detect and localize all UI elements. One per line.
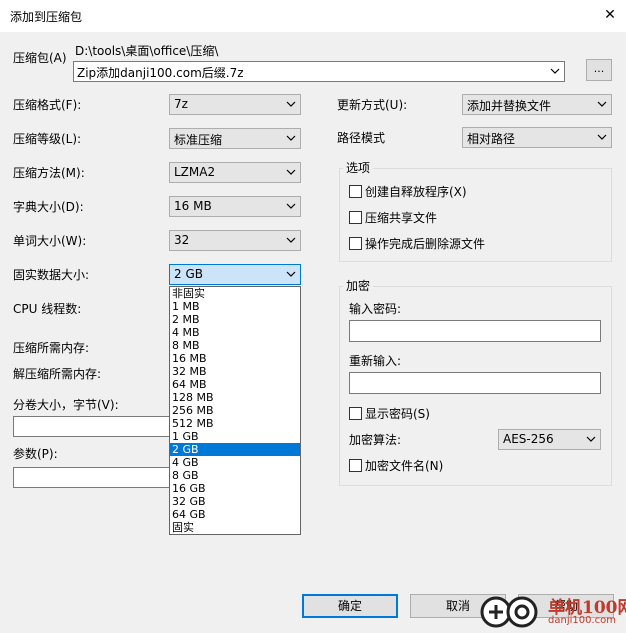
title-bar[interactable]: 添加到压缩包 ✕ [0,0,626,32]
cpu-label: CPU 线程数: [13,302,82,316]
solid-size-option-list: 非固实 1 MB 2 MB 4 MB 8 MB 16 MB 32 MB 64 MB 128 MB… [170,287,300,534]
dict-value: 16 MB [174,199,212,213]
chevron-down-icon [550,68,560,74]
encrypt-names-label: 加密文件名(N) [365,459,444,473]
chevron-down-icon [286,271,296,277]
archive-path: D:\tools\桌面\office\压缩\ [75,44,219,58]
encryption-method-select[interactable]: AES-256 [498,429,601,450]
options-group-title: 选项 [343,161,374,175]
solid-size-option[interactable]: 非固实 [170,287,300,300]
solid-label: 固实数据大小: [13,268,90,282]
self-extract-label: 创建自释放程序(X) [365,185,467,199]
params-label: 参数(P): [13,447,58,461]
chevron-down-icon [597,101,607,107]
solid-size-option[interactable]: 8 GB [170,469,300,482]
ok-button[interactable]: 确定 [302,594,398,618]
encrypt-names-checkbox[interactable] [349,459,362,472]
params-input[interactable] [13,467,173,488]
chevron-down-icon [586,436,596,442]
watermark-subtext: danji100.com [548,615,616,626]
archive-name-combo[interactable]: Zip添加danji100.com后缀.7z [73,61,565,82]
dict-label: 字典大小(D): [13,200,84,214]
encryption-method-value: AES-256 [503,432,554,446]
reenter-label: 重新输入: [349,354,402,368]
path-mode-select[interactable]: 相对路径 [462,127,612,148]
delete-source-checkbox[interactable] [349,237,362,250]
close-icon[interactable]: ✕ [598,3,622,27]
solid-size-option[interactable]: 固实 [170,521,300,534]
solid-size-option[interactable]: 2 GB [170,443,300,456]
solid-size-dropdown[interactable]: 非固实 1 MB 2 MB 4 MB 8 MB 16 MB 32 MB 64 MB 128 MB… [169,286,301,535]
solid-size-option[interactable]: 64 MB [170,378,300,391]
archive-name-value: Zip添加danji100.com后缀.7z [77,66,244,80]
solid-value: 2 GB [174,267,203,281]
solid-size-option[interactable]: 1 MB [170,300,300,313]
encryption-method-label: 加密算法: [349,433,402,447]
word-label: 单词大小(W): [13,234,87,248]
mem-decomp-label: 解压缩所需内存: [13,367,102,381]
encryption-group-title: 加密 [343,279,374,293]
method-select[interactable]: LZMA2 [169,162,301,183]
chevron-down-icon [286,101,296,107]
solid-size-option[interactable]: 8 MB [170,339,300,352]
mem-comp-label: 压缩所需内存: [13,341,90,355]
chevron-down-icon [286,237,296,243]
solid-size-option[interactable]: 32 GB [170,495,300,508]
solid-size-option[interactable]: 4 GB [170,456,300,469]
solid-select[interactable]: 2 GB [169,264,301,285]
delete-source-label: 操作完成后删除源文件 [365,237,486,251]
solid-size-option[interactable]: 64 GB [170,508,300,521]
password-input[interactable] [349,320,601,342]
path-mode-label: 路径模式 [337,131,386,145]
password-label: 输入密码: [349,302,402,316]
volume-label: 分卷大小，字节(V): [13,398,119,412]
format-label: 压缩格式(F): [13,98,82,112]
format-select[interactable]: 7z [169,94,301,115]
chevron-down-icon [286,203,296,209]
word-select[interactable]: 32 [169,230,301,251]
level-label: 压缩等级(L): [13,132,82,146]
watermark-logo-icon [480,596,538,628]
window-title: 添加到压缩包 [10,10,83,24]
format-value: 7z [174,97,188,111]
solid-size-option[interactable]: 128 MB [170,391,300,404]
update-value: 添加并替换文件 [467,99,552,113]
update-select[interactable]: 添加并替换文件 [462,94,612,115]
chevron-down-icon [286,135,296,141]
chevron-down-icon [286,169,296,175]
update-label: 更新方式(U): [337,98,408,112]
dict-select[interactable]: 16 MB [169,196,301,217]
shared-files-label: 压缩共享文件 [365,211,438,225]
solid-size-option[interactable]: 256 MB [170,404,300,417]
solid-size-option[interactable]: 4 MB [170,326,300,339]
browse-button[interactable]: ... [586,59,612,81]
reenter-password-input[interactable] [349,372,601,394]
self-extract-checkbox[interactable] [349,185,362,198]
chevron-down-icon [597,134,607,140]
shared-files-checkbox[interactable] [349,211,362,224]
solid-size-option[interactable]: 16 GB [170,482,300,495]
level-value: 标准压缩 [174,133,223,147]
solid-size-option[interactable]: 1 GB [170,430,300,443]
path-mode-value: 相对路径 [467,132,516,146]
archive-label: 压缩包(A) [13,51,67,65]
solid-size-option[interactable]: 32 MB [170,365,300,378]
solid-size-option[interactable]: 512 MB [170,417,300,430]
level-select[interactable]: 标准压缩 [169,128,301,149]
solid-size-option[interactable]: 2 MB [170,313,300,326]
method-label: 压缩方法(M): [13,166,85,180]
show-password-label: 显示密码(S) [365,407,430,421]
method-value: LZMA2 [174,165,216,179]
solid-size-option[interactable]: 16 MB [170,352,300,365]
volume-input[interactable] [13,416,173,437]
word-value: 32 [174,233,190,247]
show-password-checkbox[interactable] [349,407,362,420]
